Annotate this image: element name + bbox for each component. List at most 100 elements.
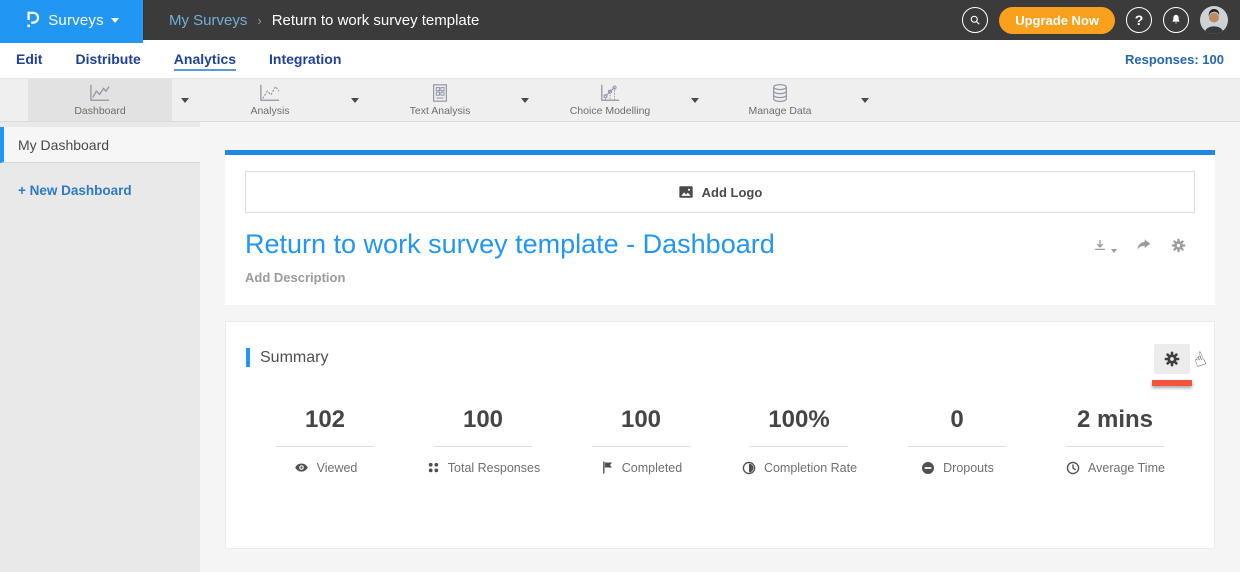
tab-analytics[interactable]: Analytics (174, 48, 236, 71)
tool-label: Manage Data (748, 105, 811, 117)
responses-count[interactable]: Responses: 100 (1125, 52, 1224, 67)
summary-header: Summary ☝ (246, 344, 1194, 386)
dashboard-sidebar: My Dashboard + New Dashboard (0, 122, 200, 572)
database-icon (770, 83, 790, 103)
flag-icon (600, 460, 615, 475)
text-analysis-icon (429, 83, 451, 103)
divider (750, 446, 848, 447)
tool-label: Choice Modelling (570, 105, 651, 117)
image-icon (678, 185, 694, 199)
tool-label: Dashboard (74, 105, 125, 117)
choice-modelling-button[interactable]: Choice Modelling (538, 79, 682, 121)
analysis-button[interactable]: Analysis (198, 79, 342, 121)
text-analysis-dropdown-caret[interactable] (512, 79, 538, 121)
divider (276, 446, 374, 447)
cursor-pointer-icon: ☝ (1191, 348, 1210, 373)
dots-grid-icon (426, 460, 441, 475)
tab-integration[interactable]: Integration (269, 48, 341, 71)
dashboard-dropdown-caret[interactable] (172, 79, 198, 121)
stat-viewed: 102 Viewed (246, 406, 404, 476)
stat-label: Viewed (317, 461, 358, 475)
analysis-chart-icon (258, 83, 282, 103)
stat-total-responses: 100 Total Responses (404, 406, 562, 476)
analysis-dropdown-caret[interactable] (342, 79, 368, 121)
sidebar-item-label: My Dashboard (18, 137, 109, 153)
highlight-underline (1152, 380, 1192, 386)
divider (1066, 446, 1164, 447)
divider (592, 446, 690, 447)
stat-label: Completion Rate (764, 461, 857, 475)
notifications-button[interactable] (1163, 7, 1189, 33)
summary-heading: Summary (260, 349, 328, 367)
add-logo-dropzone[interactable]: Add Logo (245, 171, 1195, 213)
stat-label: Total Responses (448, 461, 540, 475)
dashboard-chart-icon (88, 83, 112, 103)
minus-circle-icon (920, 460, 936, 476)
page-title[interactable]: Return to work survey template - Dashboa… (245, 229, 775, 260)
sidebar-item-my-dashboard[interactable]: My Dashboard (0, 127, 200, 163)
new-dashboard-button[interactable]: + New Dashboard (18, 183, 200, 198)
title-actions (1091, 237, 1195, 260)
manage-data-dropdown-caret[interactable] (852, 79, 878, 121)
share-icon (1134, 237, 1153, 255)
stat-value: 2 mins (1036, 406, 1194, 434)
summary-widget: Summary ☝ 102 Viewed (225, 321, 1215, 549)
user-avatar[interactable] (1200, 6, 1228, 34)
tool-label: Text Analysis (410, 105, 471, 117)
dashboard-button[interactable]: Dashboard (28, 79, 172, 121)
add-description-field[interactable]: Add Description (245, 270, 1195, 285)
dashboard-main: Add Logo Return to work survey template … (200, 122, 1240, 572)
tool-dashboard: Dashboard (28, 79, 198, 121)
app-switcher[interactable]: Surveys (0, 0, 143, 43)
manage-data-button[interactable]: Manage Data (708, 79, 852, 121)
divider (434, 446, 532, 447)
help-button[interactable]: ? (1126, 7, 1152, 33)
section-accent-bar (246, 348, 250, 367)
choice-modelling-icon (598, 83, 622, 103)
stat-completed: 100 Completed (562, 406, 720, 476)
half-circle-icon (741, 460, 757, 476)
chevron-down-icon (1111, 249, 1117, 253)
choice-modelling-dropdown-caret[interactable] (682, 79, 708, 121)
analytics-toolbar: Dashboard Analysis Text Analysis Choice … (0, 78, 1240, 122)
breadcrumb-my-surveys[interactable]: My Surveys (169, 12, 247, 29)
dashboard-header-card: Add Logo Return to work survey template … (225, 150, 1215, 305)
clock-icon (1065, 460, 1081, 476)
stat-label: Average Time (1088, 461, 1165, 475)
breadcrumb: My Surveys › Return to work survey templ… (169, 12, 479, 29)
text-analysis-button[interactable]: Text Analysis (368, 79, 512, 121)
tool-text-analysis: Text Analysis (368, 79, 538, 121)
question-mark-icon: ? (1135, 12, 1144, 28)
header-actions: Upgrade Now ? (962, 6, 1240, 34)
stat-dropouts: 0 Dropouts (878, 406, 1036, 476)
search-button[interactable] (962, 7, 988, 33)
stat-average-time: 2 mins Average Time (1036, 406, 1194, 476)
tool-label: Analysis (250, 105, 289, 117)
eye-icon (293, 460, 310, 475)
share-button[interactable] (1134, 237, 1153, 255)
summary-stats: 102 Viewed 100 Total Responses (246, 406, 1194, 476)
download-icon (1091, 237, 1109, 255)
tab-distribute[interactable]: Distribute (75, 48, 140, 71)
stat-completion-rate: 100% Completion Rate (720, 406, 878, 476)
breadcrumb-separator: › (257, 13, 261, 28)
stat-value: 100% (720, 406, 878, 434)
upgrade-now-button[interactable]: Upgrade Now (999, 7, 1115, 34)
questionpro-p-icon (24, 9, 41, 31)
stat-label: Dropouts (943, 461, 994, 475)
brand-label: Surveys (48, 12, 104, 29)
stat-value: 0 (878, 406, 1036, 434)
survey-nav: Edit Distribute Analytics Integration Re… (0, 40, 1240, 78)
gear-icon (1163, 350, 1181, 368)
tool-analysis: Analysis (198, 79, 368, 121)
summary-settings: ☝ (1152, 344, 1192, 386)
title-settings-button[interactable] (1170, 237, 1187, 254)
download-button[interactable] (1091, 237, 1117, 255)
add-logo-label: Add Logo (702, 185, 763, 200)
tab-edit[interactable]: Edit (16, 48, 42, 71)
content-area: My Dashboard + New Dashboard Add Logo Re… (0, 122, 1240, 572)
top-header: Surveys My Surveys › Return to work surv… (0, 0, 1240, 40)
gear-icon (1170, 237, 1187, 254)
breadcrumb-current: Return to work survey template (272, 12, 480, 29)
summary-settings-button[interactable] (1154, 344, 1190, 374)
